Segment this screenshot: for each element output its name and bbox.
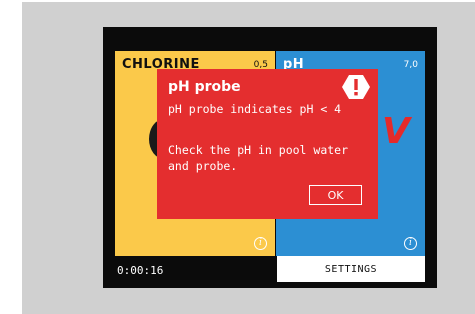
settings-button[interactable]: SETTINGS [277, 256, 425, 282]
display-screen: CHLORINE 0,5 i pH 7,0 V i 0:00:16 SETTIN… [103, 27, 437, 288]
device-frame: CHLORINE 0,5 i pH 7,0 V i 0:00:16 SETTIN… [22, 2, 475, 314]
info-icon[interactable]: i [254, 237, 267, 250]
elapsed-timer: 0:00:16 [117, 264, 164, 277]
dialog-title: pH probe [168, 79, 241, 95]
dialog-instruction: Check the pH in pool water and probe. [168, 143, 349, 173]
ph-warning-mark: V [382, 111, 410, 152]
ph-probe-alert-dialog: pH probe pH probe indicates pH < 4 Check… [157, 69, 378, 219]
ok-button[interactable]: OK [309, 185, 362, 205]
info-icon[interactable]: i [404, 237, 417, 250]
alert-hexagon-icon [342, 75, 370, 99]
dialog-message: pH probe indicates pH < 4 [168, 102, 342, 116]
ph-value: 7,0 [403, 60, 418, 70]
